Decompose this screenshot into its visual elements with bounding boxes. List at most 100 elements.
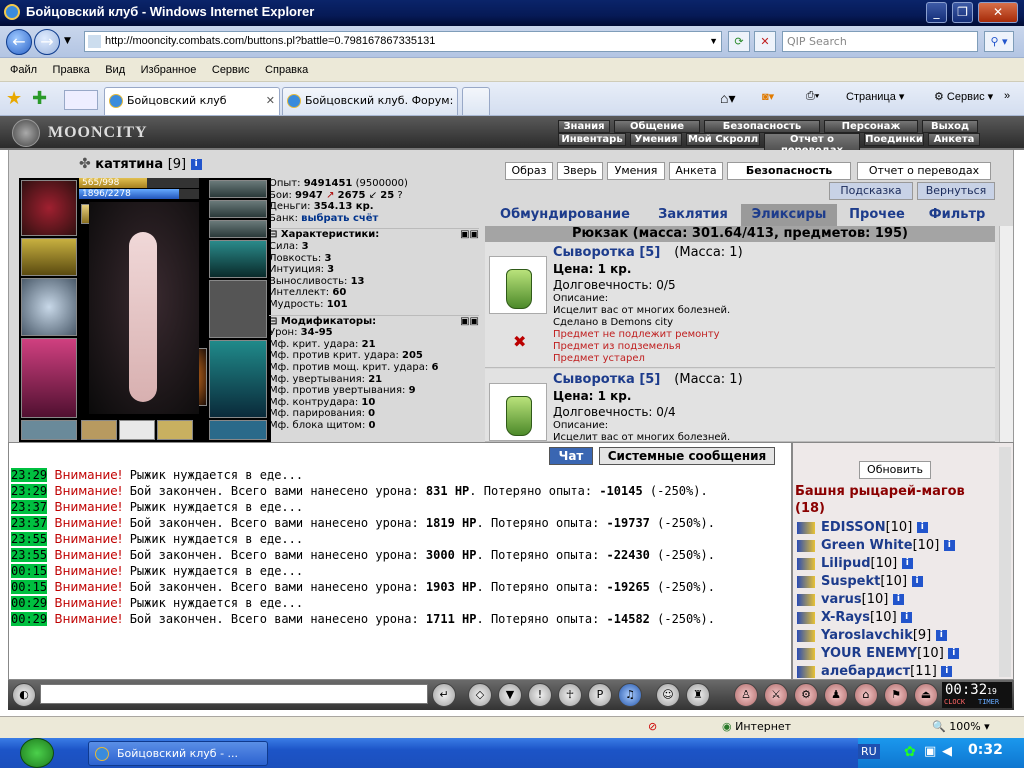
earrings-slot[interactable]: [209, 180, 267, 198]
info-icon[interactable]: i: [935, 630, 947, 641]
tools-menu[interactable]: ⚙ Сервис ▾: [934, 90, 993, 103]
message-time[interactable]: 00:29: [11, 612, 48, 626]
tab-system-messages[interactable]: Системные сообщения: [599, 447, 775, 465]
stop-icon[interactable]: ✕: [754, 31, 776, 52]
message-time[interactable]: 00:15: [11, 564, 48, 578]
item-image[interactable]: [489, 383, 547, 441]
eraser-icon[interactable]: ◇: [468, 683, 492, 707]
quick-tabs-icon[interactable]: [64, 90, 98, 110]
favorites-star-icon[interactable]: ★: [6, 88, 22, 109]
helmet-slot[interactable]: [21, 180, 77, 236]
tab-spells[interactable]: Заклятия: [645, 204, 741, 226]
info-icon[interactable]: i: [190, 159, 202, 170]
security-button[interactable]: Безопасность: [727, 162, 851, 180]
tray-clock[interactable]: 0:32: [968, 742, 1003, 758]
tab-equipment[interactable]: Обмундирование: [485, 204, 645, 226]
zoom-control[interactable]: 🔍 100% ▾: [932, 720, 990, 733]
item-name[interactable]: Сыворотка [5]: [553, 245, 660, 260]
url-input[interactable]: http://mooncity.combats.com/buttons.pl?b…: [84, 31, 722, 52]
belt-item-slot[interactable]: [119, 420, 155, 440]
bracers-slot[interactable]: [21, 238, 77, 276]
volume-icon[interactable]: ♫: [618, 683, 642, 707]
private-message-icon[interactable]: [797, 539, 815, 552]
send-icon[interactable]: ↵: [432, 683, 456, 707]
nav-knowledge[interactable]: Знания: [558, 120, 610, 133]
nav-inventory[interactable]: Инвентарь: [558, 133, 626, 146]
user-name[interactable]: Suspekt: [821, 574, 880, 589]
message-time[interactable]: 23:29: [11, 468, 48, 482]
message-time[interactable]: 00:15: [11, 580, 48, 594]
chat-input[interactable]: [40, 684, 428, 704]
taskbar-button-ie[interactable]: Бойцовский клуб - ...: [88, 741, 268, 766]
network-icon[interactable]: ▣: [924, 744, 936, 759]
gear-icon[interactable]: ⚙: [794, 683, 818, 707]
skills-button[interactable]: Умения: [607, 162, 665, 180]
online-user[interactable]: varus[10] i: [797, 591, 904, 608]
search-icon[interactable]: ⚲ ▾: [984, 31, 1014, 52]
wizard-icon[interactable]: ♙: [734, 683, 758, 707]
user-name[interactable]: YOUR ENEMY: [821, 646, 917, 661]
nav-profile[interactable]: Анкета: [928, 133, 980, 146]
menu-favorites[interactable]: Избранное: [135, 58, 203, 82]
back-game-button[interactable]: Вернуться: [917, 182, 995, 200]
close-button[interactable]: ✕: [978, 2, 1018, 23]
history-dropdown-icon[interactable]: ▼: [64, 36, 71, 46]
start-button[interactable]: [20, 738, 54, 768]
belt-item-slot[interactable]: [81, 420, 117, 440]
online-user[interactable]: X-Rays[10] i: [797, 609, 913, 626]
nav-fights[interactable]: Поединки: [864, 133, 924, 146]
online-user[interactable]: Yaroslavchik[9] i: [797, 627, 947, 644]
inventory-scrollbar[interactable]: [999, 226, 1013, 442]
online-user[interactable]: YOUR ENEMY[10] i: [797, 645, 960, 662]
user-name[interactable]: varus: [821, 592, 862, 607]
url-dropdown-icon[interactable]: ▼: [709, 32, 718, 51]
guard-icon[interactable]: ♟: [824, 683, 848, 707]
item-image[interactable]: [489, 256, 547, 314]
modifiers-header[interactable]: ⊟ Модификаторы: ▣▣: [269, 314, 479, 328]
panel-arrows-icon[interactable]: ▣▣: [460, 316, 479, 328]
info-icon[interactable]: i: [916, 522, 928, 533]
rings-slot[interactable]: [209, 220, 267, 238]
user-name[interactable]: Yaroslavchik: [821, 628, 913, 643]
info-icon[interactable]: i: [911, 576, 923, 587]
menu-tools[interactable]: Сервис: [206, 58, 256, 82]
minimize-button[interactable]: _: [926, 2, 947, 23]
clock-label[interactable]: CLOCK: [944, 698, 965, 706]
translit-icon[interactable]: Р: [588, 683, 612, 707]
belt-item-slot[interactable]: [157, 420, 193, 440]
nav-character[interactable]: Персонаж: [824, 120, 918, 133]
image-button[interactable]: Образ: [505, 162, 553, 180]
nav-exit[interactable]: Выход: [922, 120, 978, 133]
user-name[interactable]: X-Rays: [821, 610, 870, 625]
exit-icon[interactable]: ⏏: [914, 683, 938, 707]
timer-label[interactable]: TIMER: [978, 698, 999, 706]
online-user[interactable]: алебардист[11] i: [797, 663, 953, 680]
rss-icon[interactable]: ◙▾: [762, 90, 774, 103]
menu-file[interactable]: Файл: [4, 58, 43, 82]
nav-skills[interactable]: Умения: [630, 133, 682, 146]
online-user[interactable]: Lilipud[10] i: [797, 555, 913, 572]
tab-filter[interactable]: Фильтр: [917, 204, 997, 226]
amulet-slot[interactable]: [209, 200, 267, 218]
smiley-icon[interactable]: ☺: [656, 683, 680, 707]
online-user[interactable]: Green White[10] i: [797, 537, 955, 554]
new-tab-button[interactable]: [462, 87, 490, 115]
belt-slot[interactable]: [21, 420, 77, 440]
info-icon[interactable]: i: [901, 612, 913, 623]
message-time[interactable]: 23:37: [11, 516, 48, 530]
tab-close-icon[interactable]: ✕: [266, 88, 275, 114]
pet-button[interactable]: Зверь: [557, 162, 603, 180]
nav-security[interactable]: Безопасность: [704, 120, 820, 133]
item-name[interactable]: Сыворотка [5]: [553, 372, 660, 387]
protected-mode-icon[interactable]: ⊘: [648, 720, 657, 733]
nav-my-scroll[interactable]: Мой Скролл: [686, 133, 760, 146]
speaker-icon[interactable]: ◐: [12, 683, 36, 707]
online-user[interactable]: EDISSON[10] i: [797, 519, 928, 536]
legs-slot[interactable]: [209, 340, 267, 418]
refresh-icon[interactable]: ⟳: [728, 31, 750, 52]
private-message-icon[interactable]: [797, 665, 815, 678]
inventory-item[interactable]: ✖ Сыворотка [5] (Масса: 1) Цена: 1 кр. До…: [485, 242, 995, 368]
boots-slot[interactable]: [209, 420, 267, 440]
private-message-icon[interactable]: [797, 593, 815, 606]
home-icon[interactable]: ⌂▾: [720, 90, 735, 107]
